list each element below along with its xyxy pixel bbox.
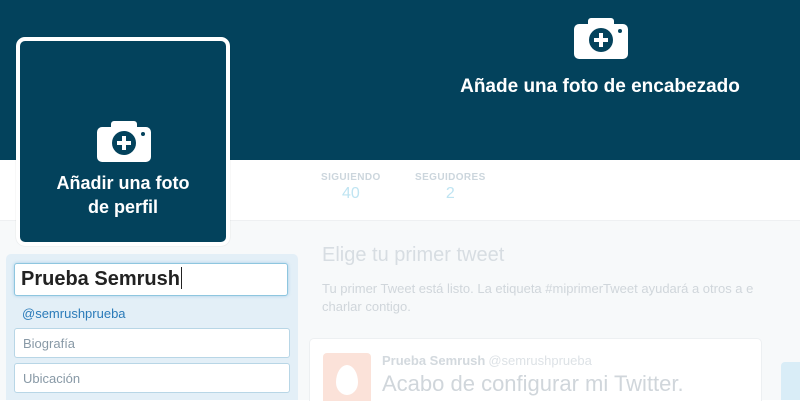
- tweet-text: Acabo de configurar mi Twitter.: [382, 371, 684, 396]
- stat-following-label: SIGUIENDO: [321, 172, 381, 183]
- first-tweet-title: Elige tu primer tweet: [322, 244, 505, 266]
- camera-plus-icon: [574, 18, 628, 59]
- stat-following-value: 40: [341, 185, 360, 202]
- first-tweet-description: Tu primer Tweet está listo. La etiqueta …: [322, 280, 800, 316]
- tweet-author: Prueba Semrush @semrushprueba: [382, 353, 592, 368]
- first-tweet-description-line1: Tu primer Tweet está listo. La etiqueta …: [322, 281, 754, 296]
- add-header-photo-label[interactable]: Añade una foto de encabezado: [400, 76, 800, 98]
- name-input[interactable]: Prueba Semrush: [14, 263, 288, 296]
- side-button-partial[interactable]: [781, 362, 800, 400]
- camera-plus-icon: [97, 121, 151, 162]
- first-tweet-description-line2: charlar contigo.: [322, 299, 411, 314]
- stat-followers-label: SEGUIDORES: [415, 172, 486, 183]
- egg-avatar-icon: [323, 353, 371, 401]
- add-profile-photo-button[interactable]: Añadir una foto de perfil: [16, 37, 230, 246]
- tweet-suggestion-card[interactable]: Prueba Semrush @semrushprueba Acabo de co…: [309, 338, 762, 401]
- add-profile-photo-line1: Añadir una foto: [56, 173, 190, 193]
- name-input-value: Prueba Semrush: [21, 268, 180, 290]
- stat-following[interactable]: SIGUIENDO 40: [321, 172, 381, 203]
- stat-followers[interactable]: SEGUIDORES 2: [415, 172, 486, 203]
- add-profile-photo-line2: de perfil: [87, 197, 158, 217]
- tweet-author-handle: @semrushprueba: [488, 353, 592, 368]
- bio-field[interactable]: Biografía: [14, 328, 290, 358]
- add-profile-photo-label: Añadir una foto de perfil: [20, 171, 226, 219]
- tweet-author-name: Prueba Semrush: [382, 353, 486, 368]
- egg-shape: [336, 365, 358, 395]
- profile-handle: @semrushprueba: [22, 306, 126, 321]
- edit-profile-panel: Prueba Semrush @semrushprueba Biografía …: [6, 254, 298, 400]
- location-field[interactable]: Ubicación: [14, 363, 290, 393]
- text-caret: [180, 267, 182, 289]
- stat-followers-value: 2: [445, 185, 455, 202]
